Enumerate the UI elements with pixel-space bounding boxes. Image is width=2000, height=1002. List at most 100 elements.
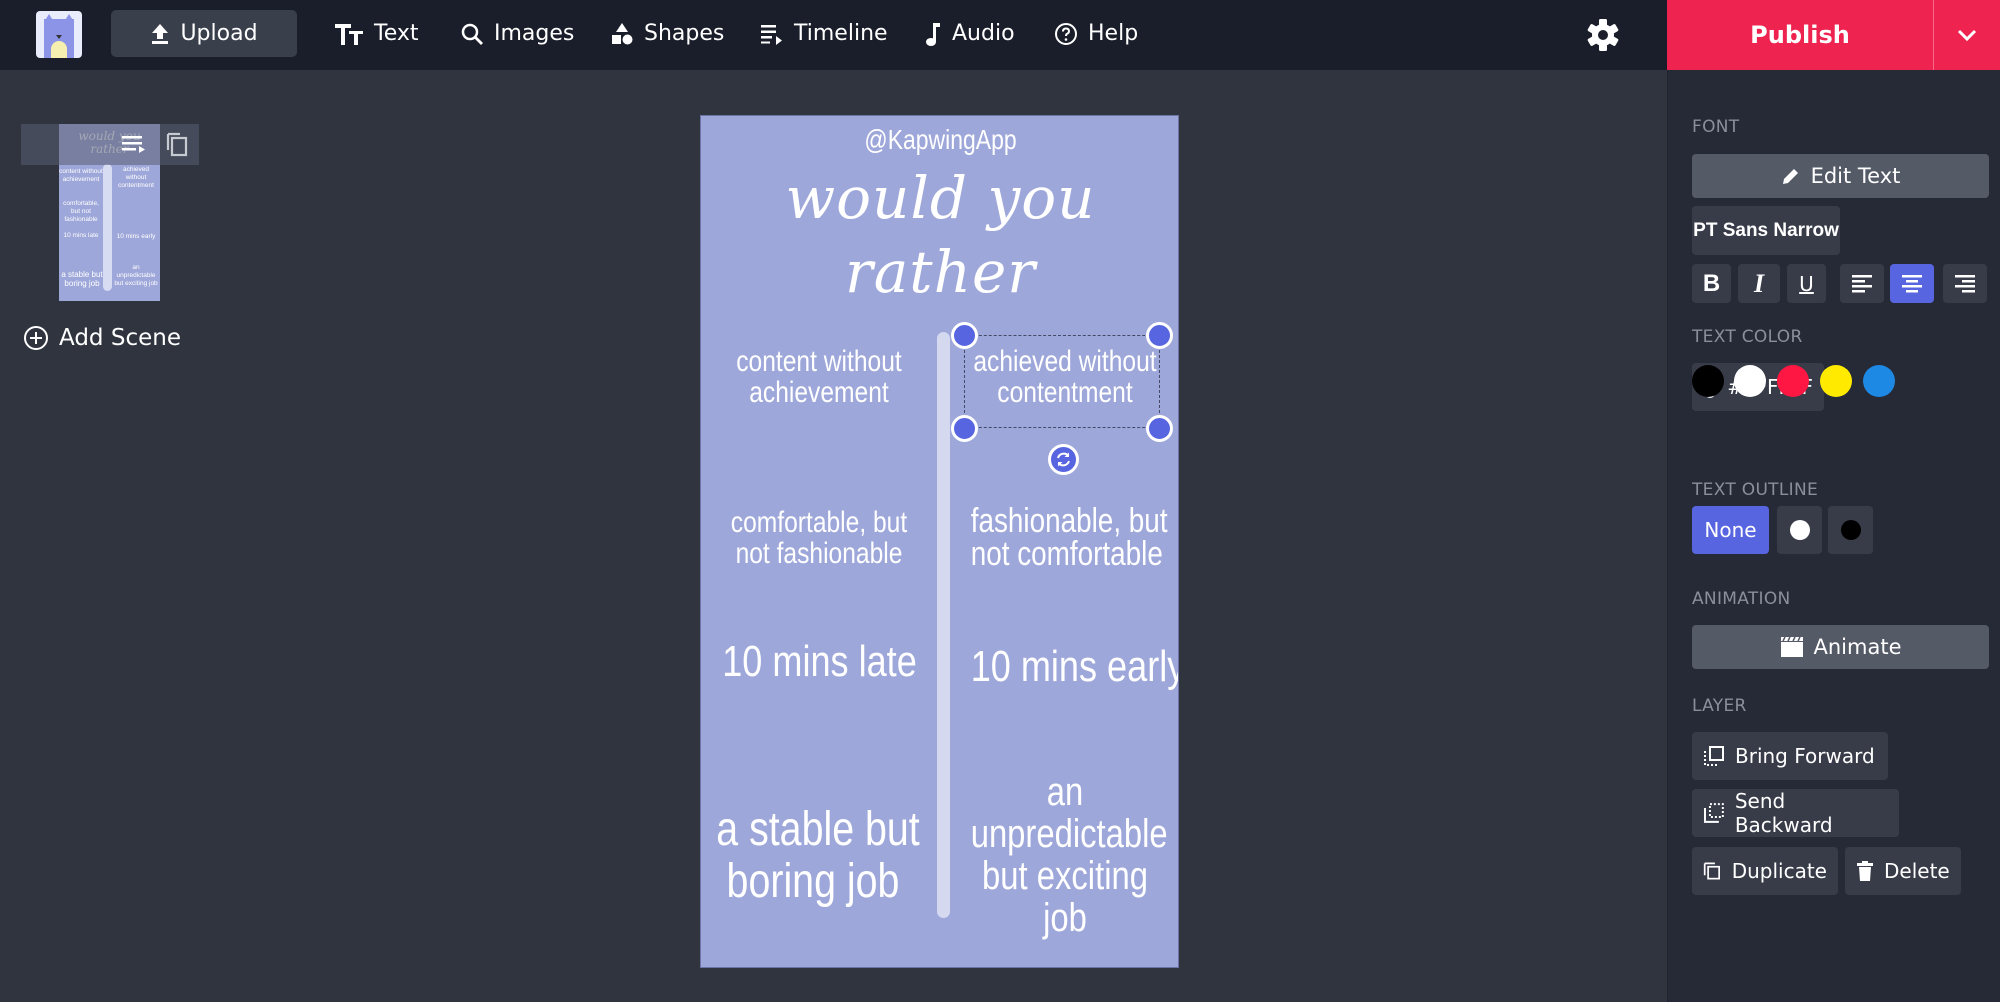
nav-timeline[interactable]: Timeline bbox=[760, 10, 888, 57]
font-family-select[interactable]: PT Sans Narrow bbox=[1692, 206, 1840, 255]
left-option-4-line2: boring job bbox=[726, 855, 900, 908]
scene-duplicate-icon[interactable] bbox=[165, 131, 189, 157]
nav-help[interactable]: Help bbox=[1054, 10, 1138, 57]
canvas-handle-text[interactable]: @KapwingApp bbox=[744, 124, 1137, 156]
editor-canvas[interactable]: @KapwingApp would you rather content wit… bbox=[700, 115, 1179, 968]
swatch-black[interactable] bbox=[1692, 365, 1724, 397]
bold-icon: B bbox=[1702, 269, 1721, 297]
top-toolbar: Upload Text Images Shapes Timeline Audio… bbox=[0, 0, 2000, 70]
add-scene-label: Add Scene bbox=[59, 325, 181, 351]
underline-button[interactable]: U bbox=[1787, 264, 1826, 303]
swatch-yellow[interactable] bbox=[1820, 365, 1852, 397]
rotate-icon bbox=[1057, 452, 1070, 467]
animate-label: Animate bbox=[1813, 635, 1902, 659]
gear-icon bbox=[1587, 19, 1619, 51]
bring-forward-button[interactable]: Bring Forward bbox=[1692, 732, 1888, 780]
left-option-1[interactable]: content without achievement bbox=[722, 346, 916, 408]
nav-text[interactable]: Text bbox=[334, 10, 419, 57]
delete-button[interactable]: Delete bbox=[1845, 847, 1961, 895]
send-backward-label: Send Backward bbox=[1734, 789, 1833, 837]
font-section-label: FONT bbox=[1692, 117, 1740, 137]
black-dot-icon bbox=[1840, 520, 1861, 540]
left-option-1-line2: achievement bbox=[749, 376, 889, 409]
thumb-left-4: a stable but boring job bbox=[61, 270, 103, 288]
chevron-down-icon bbox=[1957, 29, 1977, 42]
upload-icon bbox=[152, 23, 169, 44]
help-circle-icon bbox=[1055, 22, 1077, 45]
right-option-4-line4: job bbox=[1043, 896, 1087, 940]
kapwing-logo[interactable] bbox=[36, 11, 82, 58]
resize-handle-bottom-right[interactable] bbox=[1146, 415, 1173, 442]
align-right-icon bbox=[1955, 274, 1975, 292]
scene-reorder-icon[interactable] bbox=[121, 133, 147, 155]
right-option-4-line3: but exciting bbox=[982, 854, 1148, 898]
thumb-right-1: achieved without contentment bbox=[118, 166, 154, 189]
nav-images-label: Images bbox=[494, 21, 575, 46]
left-option-2-line1: comfortable, but bbox=[730, 506, 908, 539]
duplicate-button[interactable]: Duplicate bbox=[1692, 847, 1838, 895]
left-option-2[interactable]: comfortable, but not fashionable bbox=[722, 507, 916, 569]
text-size-icon bbox=[335, 23, 363, 45]
left-option-2-line2: not fashionable bbox=[735, 537, 903, 570]
left-option-4-line1: a stable but bbox=[716, 803, 920, 856]
nav-shapes[interactable]: Shapes bbox=[610, 10, 724, 57]
outline-black-button[interactable] bbox=[1828, 506, 1873, 554]
publish-dropdown-button[interactable] bbox=[1934, 0, 2000, 70]
thumb-left-2: comfortable, but not fashionable bbox=[63, 200, 99, 223]
nav-audio[interactable]: Audio bbox=[924, 10, 1015, 57]
logo-nose bbox=[56, 35, 62, 39]
shapes-icon bbox=[612, 22, 633, 44]
outline-white-button[interactable] bbox=[1777, 506, 1822, 554]
left-option-3[interactable]: 10 mins late bbox=[722, 638, 917, 686]
publish-button[interactable]: Publish bbox=[1667, 0, 1934, 70]
send-backward-button[interactable]: Send Backward bbox=[1692, 789, 1899, 837]
outline-none-label: None bbox=[1704, 518, 1757, 542]
right-option-3[interactable]: 10 mins early bbox=[971, 643, 1178, 691]
nav-audio-label: Audio bbox=[952, 21, 1015, 46]
add-scene-button[interactable]: Add Scene bbox=[23, 325, 181, 351]
align-right-button[interactable] bbox=[1943, 264, 1987, 303]
column-divider[interactable] bbox=[937, 332, 950, 918]
italic-button[interactable]: I bbox=[1738, 264, 1780, 303]
plus-circle-icon bbox=[24, 326, 48, 350]
text-color-section-label: TEXT COLOR bbox=[1692, 327, 1803, 347]
duplicate-label: Duplicate bbox=[1731, 859, 1827, 883]
nav-help-label: Help bbox=[1088, 21, 1139, 46]
resize-handle-top-right[interactable] bbox=[1146, 322, 1173, 349]
properties-panel: FONT Edit Text PT Sans Narrow B I U TEXT… bbox=[1667, 70, 2000, 1002]
upload-button[interactable]: Upload bbox=[111, 10, 297, 57]
duplicate-icon bbox=[1703, 862, 1721, 880]
resize-handle-bottom-left[interactable] bbox=[951, 415, 978, 442]
music-note-icon bbox=[926, 22, 940, 46]
canvas-title-line1[interactable]: would you bbox=[701, 161, 1178, 235]
delete-label: Delete bbox=[1884, 859, 1950, 883]
swatch-red[interactable] bbox=[1777, 365, 1809, 397]
right-option-4-line1: an bbox=[1046, 770, 1084, 814]
rotate-handle[interactable] bbox=[1048, 444, 1079, 475]
nav-images[interactable]: Images bbox=[460, 10, 574, 57]
nav-shapes-label: Shapes bbox=[644, 21, 725, 46]
right-option-4-line2: unpredictable bbox=[970, 812, 1168, 856]
align-left-button[interactable] bbox=[1840, 264, 1884, 303]
left-option-4[interactable]: a stable but boring job bbox=[716, 803, 920, 908]
right-option-2-line2: not comfortable bbox=[970, 535, 1163, 573]
resize-handle-top-left[interactable] bbox=[951, 322, 978, 349]
settings-button[interactable] bbox=[1585, 17, 1621, 53]
swatch-blue[interactable] bbox=[1863, 365, 1895, 397]
outline-none-button[interactable]: None bbox=[1692, 506, 1769, 554]
right-option-2-line1: fashionable, but bbox=[970, 502, 1168, 540]
edit-text-button[interactable]: Edit Text bbox=[1692, 154, 1989, 198]
animation-section-label: ANIMATION bbox=[1692, 589, 1791, 609]
swatch-white[interactable] bbox=[1734, 365, 1766, 397]
right-option-2[interactable]: fashionable, but not comfortable bbox=[970, 502, 1168, 573]
canvas-title-line2[interactable]: rather bbox=[701, 235, 1178, 309]
align-center-button[interactable] bbox=[1890, 264, 1934, 303]
underline-icon: U bbox=[1799, 271, 1814, 296]
left-option-1-line1: content without bbox=[736, 345, 902, 378]
bring-forward-label: Bring Forward bbox=[1735, 744, 1875, 768]
bold-button[interactable]: B bbox=[1692, 264, 1731, 303]
animate-button[interactable]: Animate bbox=[1692, 625, 1989, 669]
right-option-4[interactable]: an unpredictable but exciting job bbox=[970, 770, 1168, 940]
nav-timeline-label: Timeline bbox=[794, 21, 888, 46]
thumb-right-4: an unpredictable but exciting job bbox=[114, 264, 158, 287]
